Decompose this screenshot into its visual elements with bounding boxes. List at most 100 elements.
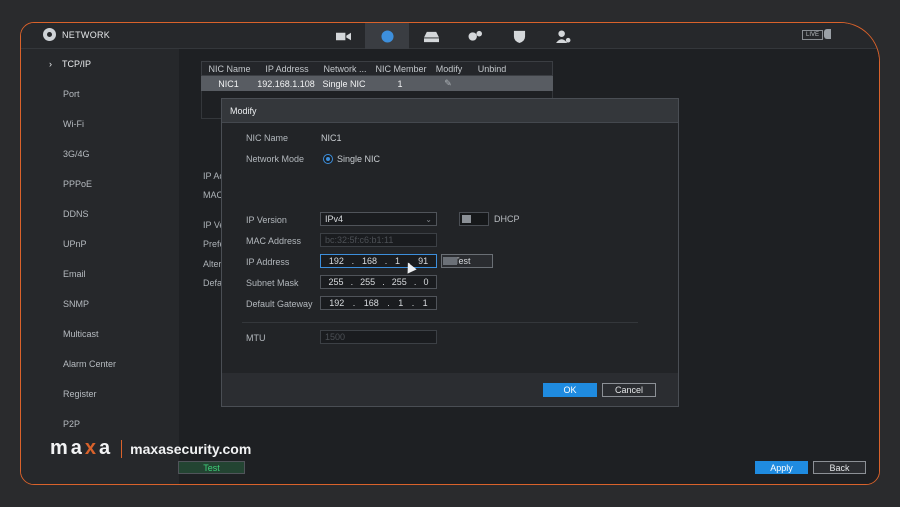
security-shield-icon bbox=[513, 30, 525, 43]
bg-alternate-dns-label: Alter bbox=[203, 259, 222, 269]
footer-test-button[interactable]: Test bbox=[178, 461, 245, 474]
sidebar-item-label: 3G/4G bbox=[63, 149, 90, 159]
tab-security[interactable] bbox=[497, 23, 541, 49]
ip-version-value: IPv4 bbox=[325, 214, 344, 224]
bg-mac-label: MAC bbox=[203, 190, 223, 200]
nic-name-label: NIC Name bbox=[246, 133, 289, 143]
dhcp-toggle[interactable] bbox=[459, 212, 489, 226]
network-mode-cell: Single NIC bbox=[322, 78, 366, 89]
mac-address-label: MAC Address bbox=[246, 236, 302, 246]
subnet-octet-2[interactable]: 255 bbox=[360, 277, 375, 287]
gateway-octet-1[interactable]: 192 bbox=[329, 298, 344, 308]
sidebar-item-wifi[interactable]: Wi-Fi bbox=[21, 109, 179, 139]
sidebar-item-snmp[interactable]: SNMP bbox=[21, 289, 179, 319]
ip-test-button[interactable]: Test bbox=[441, 254, 493, 268]
cancel-button[interactable]: Cancel bbox=[602, 383, 656, 397]
live-view-button[interactable]: LIVE bbox=[801, 30, 823, 40]
bg-default-label: Defa bbox=[203, 278, 223, 288]
chevron-right-icon: › bbox=[49, 59, 52, 69]
ip-octet-2[interactable]: 168 bbox=[362, 256, 377, 266]
sidebar-item-label: Email bbox=[63, 269, 86, 279]
ip-octet-1[interactable]: 192 bbox=[329, 256, 344, 266]
sidebar-item-label: PPPoE bbox=[63, 179, 93, 189]
ok-button[interactable]: OK bbox=[543, 383, 597, 397]
sidebar-item-label: UPnP bbox=[63, 239, 87, 249]
mtu-value: 1500 bbox=[325, 332, 346, 342]
brand-wordmark: maxa bbox=[50, 437, 113, 460]
account-icon bbox=[555, 29, 570, 43]
ip-version-label: IP Version bbox=[246, 215, 287, 225]
camera-icon bbox=[335, 32, 351, 40]
ip-address-input[interactable]: 192. 168. 1. 91 bbox=[320, 254, 437, 268]
sidebar-item-label: SNMP bbox=[63, 299, 90, 309]
subnet-octet-3[interactable]: 255 bbox=[392, 277, 407, 287]
sidebar-item-tcp-ip[interactable]: › TCP/IP bbox=[21, 49, 179, 79]
ip-octet-3[interactable]: 1 bbox=[395, 256, 400, 266]
apply-button[interactable]: Apply bbox=[755, 461, 808, 474]
sidebar-item-label: P2P bbox=[63, 419, 81, 429]
ip-address-cell: 192.168.1.108 bbox=[257, 78, 315, 89]
top-bar: NETWORK LIVE bbox=[21, 23, 879, 49]
edit-pencil-icon[interactable]: ✎ bbox=[428, 78, 468, 89]
default-gateway-label: Default Gateway bbox=[246, 299, 313, 309]
table-row[interactable]: NIC1 192.168.1.108 Single NIC 1 ✎ bbox=[201, 76, 553, 91]
column-header: NIC Name bbox=[208, 63, 251, 74]
ip-octet-4[interactable]: 91 bbox=[418, 256, 428, 266]
app-logo: NETWORK bbox=[43, 28, 110, 41]
sidebar-item-label: Wi-Fi bbox=[63, 119, 84, 129]
column-header: Unbind bbox=[477, 63, 507, 74]
single-nic-radio[interactable] bbox=[323, 154, 333, 164]
sidebar-item-email[interactable]: Email bbox=[21, 259, 179, 289]
main-tabs bbox=[321, 23, 585, 49]
sidebar-item-upnp[interactable]: UPnP bbox=[21, 229, 179, 259]
ip-version-select[interactable]: IPv4 ⌄ bbox=[320, 212, 437, 226]
sidebar-item-alarm-center[interactable]: Alarm Center bbox=[21, 349, 179, 379]
tab-camera[interactable] bbox=[321, 23, 365, 49]
subnet-octet-1[interactable]: 255 bbox=[329, 277, 344, 287]
sidebar-item-3g-4g[interactable]: 3G/4G bbox=[21, 139, 179, 169]
gateway-octet-3[interactable]: 1 bbox=[398, 298, 403, 308]
gateway-octet-4[interactable]: 1 bbox=[423, 298, 428, 308]
sidebar-item-register[interactable]: Register bbox=[21, 379, 179, 409]
gateway-octet-2[interactable]: 168 bbox=[364, 298, 379, 308]
sidebar-item-label: Multicast bbox=[63, 329, 99, 339]
tab-account[interactable] bbox=[541, 23, 585, 49]
network-mode-label: Network Mode bbox=[246, 154, 305, 164]
sidebar-item-label: Register bbox=[63, 389, 97, 399]
nic-member-cell: 1 bbox=[397, 78, 403, 89]
column-header: Modify bbox=[435, 63, 463, 74]
network-mode-value: Single NIC bbox=[337, 154, 381, 164]
mtu-label: MTU bbox=[246, 333, 266, 343]
network-globe-icon bbox=[380, 29, 394, 43]
tab-network[interactable] bbox=[365, 23, 409, 49]
page-title: NETWORK bbox=[62, 29, 111, 40]
subnet-mask-input[interactable]: 255. 255. 255. 0 bbox=[320, 275, 437, 289]
brand-letter: a bbox=[99, 437, 114, 459]
modify-dialog: Modify NIC Name NIC1 Network Mode Single… bbox=[221, 98, 679, 407]
user-icon[interactable] bbox=[824, 29, 831, 39]
subnet-mask-label: Subnet Mask bbox=[246, 278, 299, 288]
sidebar-item-label: Alarm Center bbox=[63, 359, 117, 369]
mac-address-value: bc:32:5f:c6:b1:11 bbox=[325, 235, 394, 245]
sidebar-item-port[interactable]: Port bbox=[21, 79, 179, 109]
dhcp-label: DHCP bbox=[494, 214, 520, 224]
back-button[interactable]: Back bbox=[813, 461, 866, 474]
default-gateway-input[interactable]: 192. 168. 1. 1 bbox=[320, 296, 437, 310]
sidebar-item-p2p[interactable]: P2P bbox=[21, 409, 179, 439]
brand-letter: m bbox=[50, 437, 71, 459]
subnet-octet-4[interactable]: 0 bbox=[423, 277, 428, 287]
tab-storage[interactable] bbox=[409, 23, 453, 49]
tab-system[interactable] bbox=[453, 23, 497, 49]
sidebar-item-pppoe[interactable]: PPPoE bbox=[21, 169, 179, 199]
watermark-separator bbox=[121, 439, 123, 458]
sidebar-item-label: Port bbox=[63, 89, 80, 99]
chevron-down-icon: ⌄ bbox=[425, 214, 432, 224]
table-header: NIC Name IP Address Network ... NIC Memb… bbox=[201, 61, 553, 76]
nic-name-cell: NIC1 bbox=[218, 78, 239, 89]
ip-address-label: IP Address bbox=[246, 257, 290, 267]
nic-name-value: NIC1 bbox=[321, 133, 342, 143]
sidebar-item-ddns[interactable]: DDNS bbox=[21, 199, 179, 229]
sidebar-item-multicast[interactable]: Multicast bbox=[21, 319, 179, 349]
sidebar: › TCP/IP Port Wi-Fi 3G/4G PPPoE DDNS UPnP… bbox=[21, 49, 179, 484]
column-header: NIC Member bbox=[375, 63, 427, 74]
